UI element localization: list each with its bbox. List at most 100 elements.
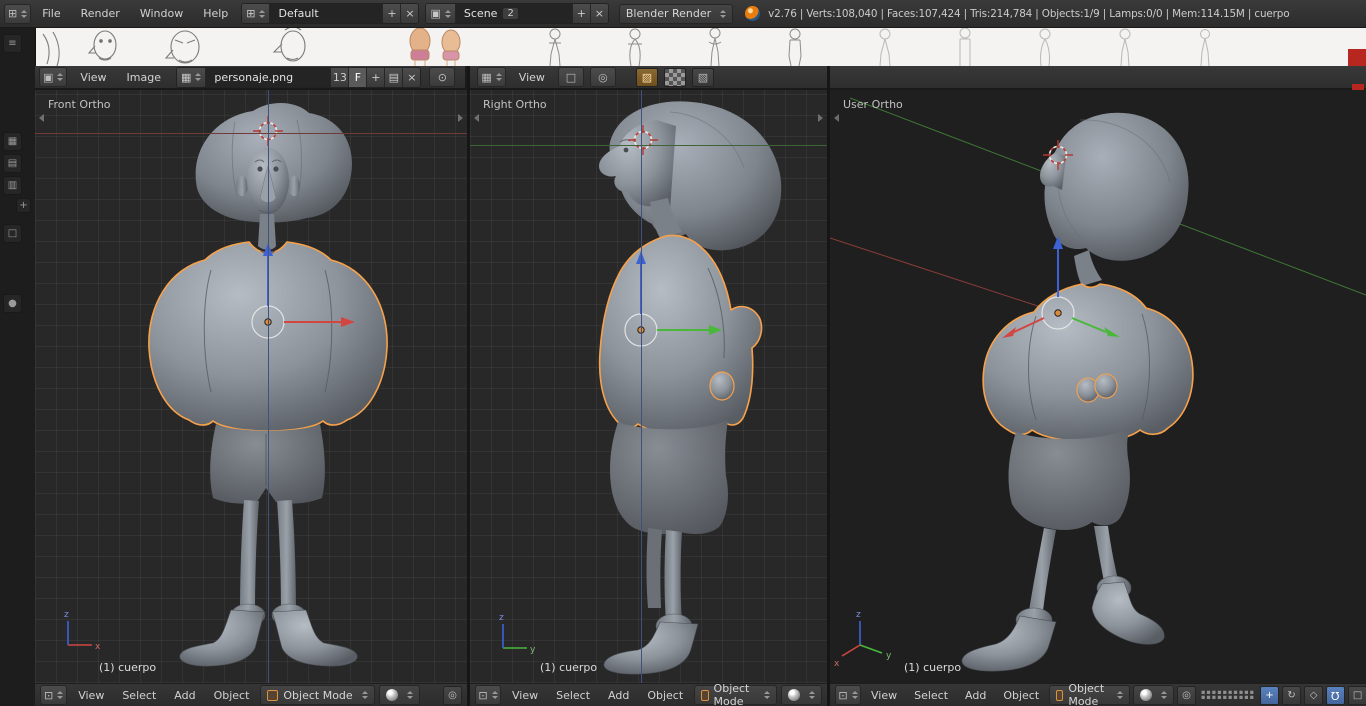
image-editor-canvas[interactable] <box>35 28 1366 66</box>
screen-name-field[interactable]: Default <box>270 4 383 23</box>
image-menu-image[interactable]: Image <box>120 70 168 85</box>
viewport-right[interactable]: y z Right Ortho (1) cuerpo <box>470 90 827 683</box>
image-name-field[interactable]: personaje.png <box>206 67 331 87</box>
display-color-toggle[interactable]: ▨ <box>635 67 658 87</box>
mesh-data-button[interactable]: □ <box>3 224 22 243</box>
pin-icon: ⊙ <box>437 70 447 84</box>
shading-dropdown[interactable] <box>781 685 822 705</box>
image-open-button[interactable]: ▤ <box>384 67 403 87</box>
image-unlink-button[interactable]: × <box>402 67 421 87</box>
image-browse-button[interactable]: ▦ <box>176 67 207 87</box>
image-new-button[interactable]: + <box>366 67 385 87</box>
viewport-label: Front Ortho <box>48 98 111 111</box>
chevron-updown-icon <box>361 691 368 699</box>
region-collapse-arrow[interactable] <box>818 114 823 122</box>
vp-menu-object[interactable]: Object <box>640 688 690 703</box>
image-editor-icon: ▣ <box>43 70 54 84</box>
lattice-tool-button-1[interactable]: ▦ <box>3 132 22 151</box>
blender-window: ⊞ File Render Window Help ⊞ Default + × … <box>0 0 1366 706</box>
menu-file[interactable]: File <box>33 5 69 22</box>
render-engine-value: Blender Render <box>625 7 712 20</box>
vp-menu-object[interactable]: Object <box>207 688 257 703</box>
svg-text:y: y <box>886 651 892 661</box>
screen-add-button[interactable]: + <box>382 4 401 23</box>
vp-menu-object[interactable]: Object <box>996 688 1046 703</box>
mode-value: Object Mode <box>713 683 750 706</box>
outliner-icon-button[interactable]: ≡ <box>3 34 22 53</box>
vp-menu-view[interactable]: View <box>864 688 904 703</box>
layers-widget[interactable]: ▪▪▪▪▪▪▪▪▪▪ ▪▪▪▪▪▪▪▪▪▪ <box>1199 689 1257 701</box>
scene-delete-button[interactable]: × <box>589 4 608 23</box>
material-sphere-button[interactable]: ● <box>3 294 22 313</box>
image-users-count[interactable]: 13 <box>330 67 349 87</box>
vp-menu-view[interactable]: View <box>71 688 111 703</box>
manipulator-translate-button[interactable]: + <box>1260 685 1280 705</box>
scene-add-button[interactable]: + <box>571 4 590 23</box>
scene-users-count[interactable]: 2 <box>503 8 518 19</box>
chevron-updown-icon <box>851 691 858 699</box>
x-axis-line <box>830 237 1057 313</box>
vp-menu-add[interactable]: Add <box>958 688 993 703</box>
display-alpha-checker-toggle[interactable] <box>663 67 686 87</box>
pivot-point-button[interactable]: ◎ <box>443 685 462 705</box>
shading-dropdown[interactable] <box>1133 685 1174 705</box>
vp-menu-select[interactable]: Select <box>549 688 597 703</box>
rotate-icon: ↻ <box>1287 689 1296 701</box>
vp-menu-add[interactable]: Add <box>601 688 636 703</box>
menu-render[interactable]: Render <box>72 5 129 22</box>
image-menu-view[interactable]: View <box>73 70 113 85</box>
image-editor-type-button[interactable]: ▣ <box>39 67 68 87</box>
uv-menu-view[interactable]: View <box>512 70 552 85</box>
active-object-label: (1) cuerpo <box>99 661 157 674</box>
snap-toggle-button[interactable]: Ω <box>1326 685 1346 705</box>
mode-dropdown[interactable]: Object Mode <box>260 685 375 705</box>
vp-menu-select[interactable]: Select <box>115 688 163 703</box>
vp-menu-view[interactable]: View <box>505 688 545 703</box>
uv-tool-button-a[interactable]: □ <box>557 67 584 87</box>
character-model[interactable] <box>961 112 1194 672</box>
region-collapse-arrow[interactable] <box>458 114 463 122</box>
region-collapse-arrow[interactable] <box>39 114 44 122</box>
square-icon: □ <box>7 228 18 239</box>
shading-dropdown[interactable] <box>378 685 420 705</box>
screen-delete-button[interactable]: × <box>400 4 419 23</box>
modifier-button[interactable]: + <box>16 198 31 213</box>
editor-type-button[interactable]: ⊞ <box>4 3 32 24</box>
pivot-point-button[interactable]: ◎ <box>1177 685 1196 705</box>
menu-window[interactable]: Window <box>131 5 192 22</box>
manipulator-rotate-button[interactable]: ↻ <box>1282 685 1302 705</box>
display-alpha-toggle[interactable]: ▧ <box>691 67 714 87</box>
uv-tool-button-b[interactable]: ◎ <box>589 67 616 87</box>
region-collapse-arrow[interactable] <box>474 114 479 122</box>
viewport-front[interactable]: x z Front Ortho (1) cuerpo <box>35 90 467 683</box>
scene-name-field[interactable]: Scene 2 <box>455 4 572 23</box>
region-collapse-arrow[interactable] <box>834 114 839 122</box>
svg-text:y: y <box>530 645 536 655</box>
pin-button[interactable]: ⊙ <box>429 67 456 87</box>
mode-dropdown[interactable]: Object Mode <box>1049 684 1130 706</box>
menu-help[interactable]: Help <box>194 5 237 22</box>
lattice-tool-button-3[interactable]: ▥ <box>3 176 22 195</box>
mode-dropdown[interactable]: Object Mode <box>694 683 777 706</box>
view3d-editor-type-button[interactable]: ⊡ <box>40 685 68 705</box>
screen-browse-button[interactable]: ⊞ <box>242 4 271 23</box>
render-engine-dropdown[interactable]: Blender Render <box>618 3 734 24</box>
snap-element-button[interactable]: □ <box>1348 685 1366 705</box>
scene-browse-button[interactable]: ▣ <box>426 4 456 23</box>
viewport-label: Right Ortho <box>483 98 547 111</box>
fake-user-button[interactable]: F <box>348 67 367 87</box>
lattice-tool-button-2[interactable]: ▤ <box>3 154 22 173</box>
viewport-user[interactable]: z y x User Ortho (1) cuerpo <box>830 90 1366 683</box>
axis-gizmo: y z <box>499 613 536 655</box>
svg-text:z: z <box>499 613 504 623</box>
view3d-editor-type-button[interactable]: ⊡ <box>475 685 501 705</box>
y-axis-line <box>470 145 827 146</box>
snap-element-icon: □ <box>1352 689 1363 701</box>
uv-editor-type-button[interactable]: ▦ <box>477 67 506 87</box>
view3d-editor-type-button[interactable]: ⊡ <box>835 685 861 705</box>
manipulator-scale-button[interactable]: ◇ <box>1304 685 1324 705</box>
chevron-updown-icon <box>406 691 413 699</box>
vp-menu-select[interactable]: Select <box>907 688 955 703</box>
character-model[interactable] <box>598 101 782 675</box>
vp-menu-add[interactable]: Add <box>167 688 202 703</box>
